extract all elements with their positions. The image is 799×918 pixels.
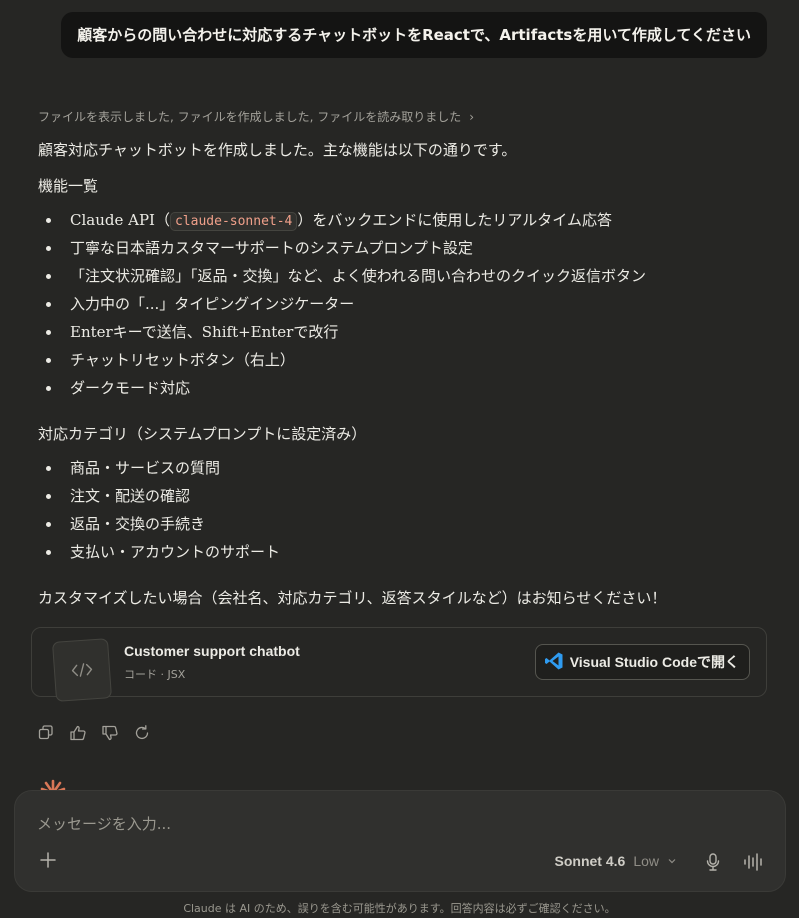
list-item: 支払い・アカウントのサポート [38,538,768,566]
open-in-vscode-button[interactable]: Visual Studio Codeで開く [534,644,750,680]
retry-icon[interactable] [133,724,151,742]
categories-list: 商品・サービスの質問 注文・配送の確認 返品・交換の手続き 支払い・アカウントの… [38,454,768,566]
features-list: Claude API（ claude-sonnet-4 ）をバックエンドに使用したリ… [38,206,768,402]
effort-level: Low [633,853,659,869]
response-intro: 顧客対応チャットボットを作成しました。主な機能は以下の通りです。 [38,141,517,159]
inline-code: claude-sonnet-4 [169,212,298,231]
list-item: Enterキーで送信、Shift+Enterで改行 [38,318,768,346]
microphone-icon[interactable] [704,852,722,876]
plus-icon[interactable] [39,851,57,873]
categories-heading: 対応カテゴリ（システムプロンプトに設定済み） [38,425,367,443]
response-closing: カスタマイズしたい場合（会社名、対応カテゴリ、返答スタイルなど）はお知らせくださ… [38,589,667,607]
message-actions [37,724,151,742]
list-item: ダークモード対応 [38,374,768,402]
tool-summary-label: ファイルを表示しました, ファイルを作成しました, ファイルを読み取りました [38,110,462,124]
list-item: 注文・配送の確認 [38,482,768,510]
artifact-title: Customer support chatbot [124,643,300,659]
disclaimer: Claude は AI のため、誤りを含む可能性があります。回答内容は必ずご確認… [183,902,616,915]
features-heading: 機能一覧 [38,177,99,195]
list-item: 「注文状況確認」「返品・交換」など、よく使われる問い合わせのクイック返信ボタン [38,262,768,290]
model-selector[interactable]: Sonnet 4.6 Low [555,853,677,869]
list-item: 返品・交換の手続き [38,510,768,538]
artifact-subtitle: コード · JSX [124,668,186,681]
open-button-label: Visual Studio Codeで開く [569,654,739,670]
assistant-response: 顧客対応チャットボットを作成しました。主な機能は以下の通りです。 機能一覧 Cl… [38,138,768,610]
api-suffix: ）をバックエンドに使用したリアルタイム応答 [297,211,612,229]
message-input[interactable]: メッセージを入力... [37,813,171,834]
model-name: Sonnet 4.6 [554,853,626,869]
chevron-down-icon [667,853,677,869]
chevron-right-icon: › [469,109,475,124]
thumbs-down-icon[interactable] [101,724,119,742]
list-item: 入力中の「...」タイピングインジケーター [38,290,768,318]
list-item: Claude API（ claude-sonnet-4 ）をバックエンドに使用したリ… [38,206,768,234]
list-item: チャットリセットボタン（右上） [38,346,768,374]
message-composer: メッセージを入力... Sonnet 4.6 Low [14,790,786,892]
list-item: 商品・サービスの質問 [38,454,768,482]
api-prefix: Claude API（ [70,211,170,229]
list-item: 丁寧な日本語カスタマーサポートのシステムプロンプト設定 [38,234,768,262]
tool-summary[interactable]: ファイルを表示しました, ファイルを作成しました, ファイルを読み取りました › [38,108,474,125]
code-file-icon [51,638,113,702]
artifact-card[interactable]: Customer support chatbot コード · JSX Visua… [31,627,767,702]
user-message: 顧客からの問い合わせに対応するチャットボットをReactで、Artifactsを… [61,12,767,58]
vscode-icon [544,651,564,674]
voice-mode-icon[interactable] [743,852,765,876]
copy-icon[interactable] [37,724,55,742]
thumbs-up-icon[interactable] [69,724,87,742]
